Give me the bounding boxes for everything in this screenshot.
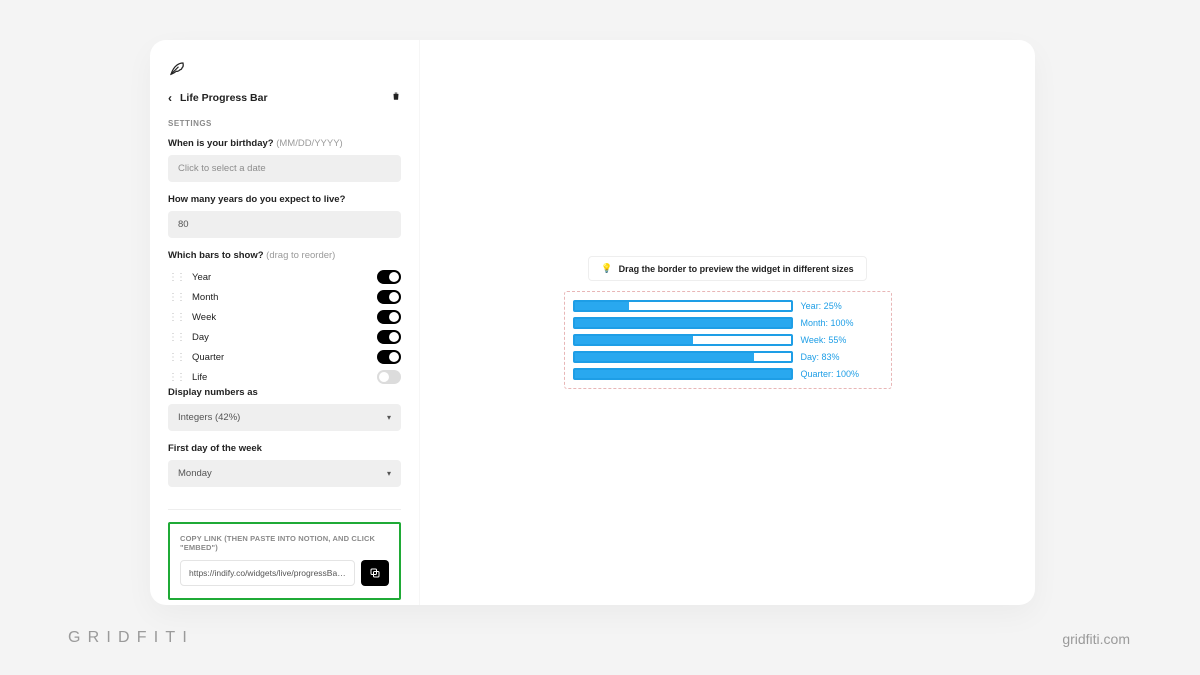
- progress-bar-fill: [575, 370, 791, 378]
- widget-resize-frame[interactable]: Year: 25% Month: 100% Week: 55% Day: 83% Qua…: [564, 291, 892, 389]
- chevron-down-icon: ▾: [387, 469, 391, 478]
- settings-section-label: SETTINGS: [168, 119, 401, 128]
- brand-logo-text: GRIDFITI: [68, 629, 194, 647]
- life-expectancy-input[interactable]: 80: [168, 211, 401, 238]
- first-day-select[interactable]: Monday ▾: [168, 460, 401, 487]
- bar-toggle-label: Month: [192, 292, 218, 303]
- progress-bar-fill: [575, 336, 694, 344]
- toggle-switch[interactable]: [377, 330, 401, 344]
- toggle-switch[interactable]: [377, 290, 401, 304]
- progress-bar-track: [573, 351, 793, 363]
- drag-handle-icon[interactable]: ⋮⋮: [168, 352, 184, 363]
- toggle-switch[interactable]: [377, 370, 401, 384]
- progress-bar-track: [573, 334, 793, 346]
- settings-panel: ‹ Life Progress Bar SETTINGS When is you…: [150, 40, 420, 605]
- bar-toggle-row: ⋮⋮ Month: [168, 287, 401, 307]
- progress-bar-row: Month: 100%: [573, 317, 883, 329]
- lightbulb-icon: 💡: [601, 263, 612, 274]
- preview-hint: 💡 Drag the border to preview the widget …: [588, 256, 866, 281]
- progress-bar-row: Day: 83%: [573, 351, 883, 363]
- progress-bar-fill: [575, 353, 754, 361]
- toggle-switch[interactable]: [377, 350, 401, 364]
- bar-toggle-row: ⋮⋮ Life: [168, 367, 401, 387]
- progress-bar-track: [573, 368, 793, 380]
- progress-bar-track: [573, 317, 793, 329]
- progress-widget: Year: 25% Month: 100% Week: 55% Day: 83% Qua…: [573, 300, 883, 380]
- birthday-label: When is your birthday? (MM/DD/YYYY): [168, 138, 401, 149]
- bar-toggle-row: ⋮⋮ Year: [168, 267, 401, 287]
- preview-panel: 💡 Drag the border to preview the widget …: [420, 40, 1035, 605]
- bar-toggle-row: ⋮⋮ Week: [168, 307, 401, 327]
- progress-bar-label: Year: 25%: [801, 301, 842, 311]
- drag-handle-icon[interactable]: ⋮⋮: [168, 372, 184, 383]
- progress-bar-track: [573, 300, 793, 312]
- bar-toggle-label: Year: [192, 272, 211, 283]
- bars-list: ⋮⋮ Year ⋮⋮ Month ⋮⋮ Week ⋮⋮ Day ⋮⋮ Quarter ⋮⋮ Life: [168, 267, 401, 387]
- drag-handle-icon[interactable]: ⋮⋮: [168, 312, 184, 323]
- display-numbers-label: Display numbers as: [168, 387, 401, 398]
- drag-handle-icon[interactable]: ⋮⋮: [168, 332, 184, 343]
- progress-bar-label: Week: 55%: [801, 335, 847, 345]
- bar-toggle-row: ⋮⋮ Quarter: [168, 347, 401, 367]
- title-row: ‹ Life Progress Bar: [168, 90, 401, 105]
- life-expectancy-label: How many years do you expect to live?: [168, 194, 401, 205]
- brand-url: gridfiti.com: [1062, 631, 1130, 647]
- drag-handle-icon[interactable]: ⋮⋮: [168, 272, 184, 283]
- bar-toggle-row: ⋮⋮ Day: [168, 327, 401, 347]
- copy-link-label: COPY LINK (THEN PASTE INTO NOTION, AND C…: [180, 534, 389, 552]
- back-icon[interactable]: ‹: [168, 91, 172, 105]
- page-title: Life Progress Bar: [180, 92, 268, 104]
- drag-handle-icon[interactable]: ⋮⋮: [168, 292, 184, 303]
- chevron-down-icon: ▾: [387, 413, 391, 422]
- display-numbers-select[interactable]: Integers (42%) ▾: [168, 404, 401, 431]
- bar-toggle-label: Life: [192, 372, 207, 383]
- app-window: ‹ Life Progress Bar SETTINGS When is you…: [150, 40, 1035, 605]
- toggle-switch[interactable]: [377, 310, 401, 324]
- copy-link-section: COPY LINK (THEN PASTE INTO NOTION, AND C…: [168, 522, 401, 600]
- birthday-input[interactable]: Click to select a date: [168, 155, 401, 182]
- copy-link-input[interactable]: https://indify.co/widgets/live/progressB…: [180, 560, 355, 586]
- progress-bar-label: Quarter: 100%: [801, 369, 860, 379]
- progress-bar-fill: [575, 319, 791, 327]
- progress-bar-label: Day: 83%: [801, 352, 840, 362]
- first-day-label: First day of the week: [168, 443, 401, 454]
- divider: [168, 509, 401, 510]
- progress-bar-fill: [575, 302, 629, 310]
- delete-button[interactable]: [391, 90, 401, 105]
- progress-bar-row: Week: 55%: [573, 334, 883, 346]
- progress-bar-row: Year: 25%: [573, 300, 883, 312]
- bars-label: Which bars to show? (drag to reorder): [168, 250, 401, 261]
- progress-bar-label: Month: 100%: [801, 318, 854, 328]
- feather-logo-icon: [168, 60, 186, 78]
- toggle-switch[interactable]: [377, 270, 401, 284]
- bar-toggle-label: Quarter: [192, 352, 224, 363]
- progress-bar-row: Quarter: 100%: [573, 368, 883, 380]
- copy-button[interactable]: [361, 560, 389, 586]
- bar-toggle-label: Week: [192, 312, 216, 323]
- bar-toggle-label: Day: [192, 332, 209, 343]
